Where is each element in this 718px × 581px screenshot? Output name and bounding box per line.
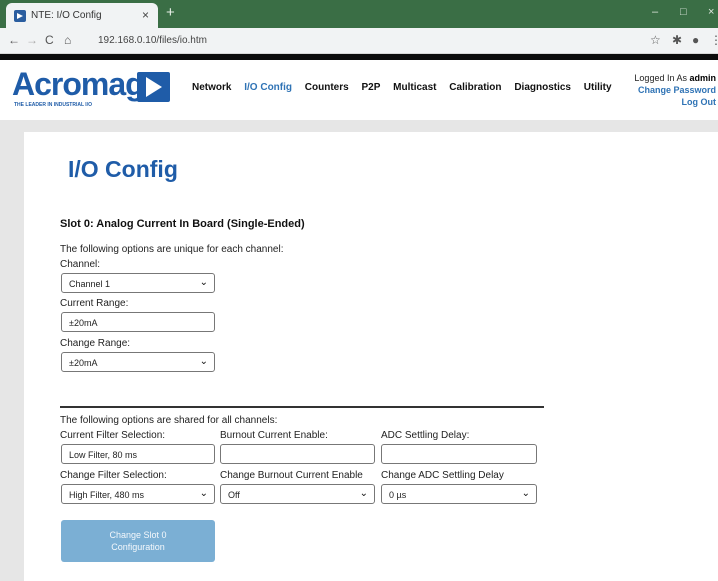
change-burnout-value: Off [228,490,240,500]
chevron-down-icon: ⌄ [199,277,208,288]
main-nav: Network I/O Config Counters P2P Multicas… [192,82,622,93]
chevron-down-icon: ⌄ [521,488,530,499]
change-adc-label: Change ADC Settling Delay [381,470,504,481]
browser-tab-strip: NTE: I/O Config × + – □ × [0,0,718,28]
log-out-link[interactable]: Log Out [634,96,717,108]
tab-close-icon[interactable]: × [142,8,149,22]
browser-toolbar: ← → C ⌂ 192.168.0.10/files/io.htm ☆ ✱ ● … [0,28,718,54]
window-close-icon[interactable]: × [708,6,714,18]
current-filter-field[interactable]: Low Filter, 80 ms [61,444,215,464]
section-divider [60,406,544,408]
nav-p2p[interactable]: P2P [361,82,380,93]
nav-network[interactable]: Network [192,82,231,93]
current-range-value: ±20mA [69,318,98,328]
current-range-field[interactable]: ±20mA [61,312,215,332]
extension-puzzle-icon[interactable]: ✱ [672,33,682,47]
maximize-icon[interactable]: □ [680,6,687,18]
acromag-logo[interactable]: Acromag THE LEADER IN INDUSTRIAL I/O [12,66,170,108]
menu-dots-icon[interactable]: ⋮ [710,33,718,47]
unique-options-intro: The following options are unique for eac… [60,244,284,255]
adc-delay-field[interactable] [381,444,537,464]
change-range-value: ±20mA [69,358,98,368]
nav-calibration[interactable]: Calibration [449,82,501,93]
logo-wordmark: Acromag [12,66,145,102]
browser-tab[interactable]: NTE: I/O Config × [6,3,158,28]
burnout-field[interactable] [220,444,375,464]
profile-avatar-icon[interactable]: ● [692,33,699,47]
address-bar[interactable]: 192.168.0.10/files/io.htm [98,35,207,46]
acromag-favicon-icon [14,10,26,22]
change-range-label: Change Range: [60,338,131,349]
current-filter-value: Low Filter, 80 ms [69,450,138,460]
chevron-down-icon: ⌄ [359,488,368,499]
change-adc-select[interactable]: 0 µs ⌄ [381,484,537,504]
logged-in-line: Logged In As admin [634,72,716,84]
button-line-1: Change Slot 0 [109,530,167,540]
bookmark-star-icon[interactable]: ☆ [650,33,661,47]
content-area: I/O Config Slot 0: Analog Current In Boa… [0,120,718,581]
burnout-label: Burnout Current Enable: [220,430,328,441]
change-adc-value: 0 µs [389,490,407,500]
adc-delay-label: ADC Settling Delay: [381,430,470,441]
user-box: Logged In As admin Change Password Log O… [634,72,716,108]
current-range-label: Current Range: [60,298,129,309]
change-burnout-label: Change Burnout Current Enable [220,470,363,481]
change-filter-value: High Filter, 480 ms [69,490,145,500]
chevron-down-icon: ⌄ [199,488,208,499]
current-filter-label: Current Filter Selection: [60,430,166,441]
change-filter-select[interactable]: High Filter, 480 ms ⌄ [61,484,215,504]
channel-label: Channel: [60,259,101,270]
back-arrow-icon[interactable]: ← [8,33,20,47]
channel-select[interactable]: Channel 1 ⌄ [61,273,215,293]
page-title: I/O Config [68,156,178,182]
nav-diagnostics[interactable]: Diagnostics [514,82,571,93]
channel-select-value: Channel 1 [69,279,111,289]
logged-in-label: Logged In As [634,73,687,83]
username: admin [689,73,716,83]
new-tab-button[interactable]: + [166,4,175,21]
logo-tagline: THE LEADER IN INDUSTRIAL I/O [14,102,92,108]
change-filter-label: Change Filter Selection: [60,470,167,481]
reload-icon[interactable]: C [45,33,54,47]
nav-io-config[interactable]: I/O Config [244,82,292,93]
nav-multicast[interactable]: Multicast [393,82,436,93]
minimize-icon[interactable]: – [652,6,658,18]
chevron-down-icon: ⌄ [199,356,208,367]
nav-utility[interactable]: Utility [584,82,612,93]
change-burnout-select[interactable]: Off ⌄ [220,484,375,504]
slot-title: Slot 0: Analog Current In Board (Single-… [60,218,305,230]
change-range-select[interactable]: ±20mA ⌄ [61,352,215,372]
config-panel: I/O Config Slot 0: Analog Current In Boa… [24,132,718,581]
browser-tab-title: NTE: I/O Config [31,10,102,21]
change-slot-config-button[interactable]: Change Slot 0 Configuration [61,520,215,562]
shared-options-intro: The following options are shared for all… [60,415,278,426]
nav-counters[interactable]: Counters [305,82,349,93]
button-line-2: Configuration [111,542,165,552]
site-header: Acromag THE LEADER IN INDUSTRIAL I/O Net… [0,60,718,120]
change-password-link[interactable]: Change Password [634,84,716,96]
logo-arrow-icon [137,72,170,102]
forward-arrow-icon[interactable]: → [26,33,38,47]
home-icon[interactable]: ⌂ [64,33,71,47]
